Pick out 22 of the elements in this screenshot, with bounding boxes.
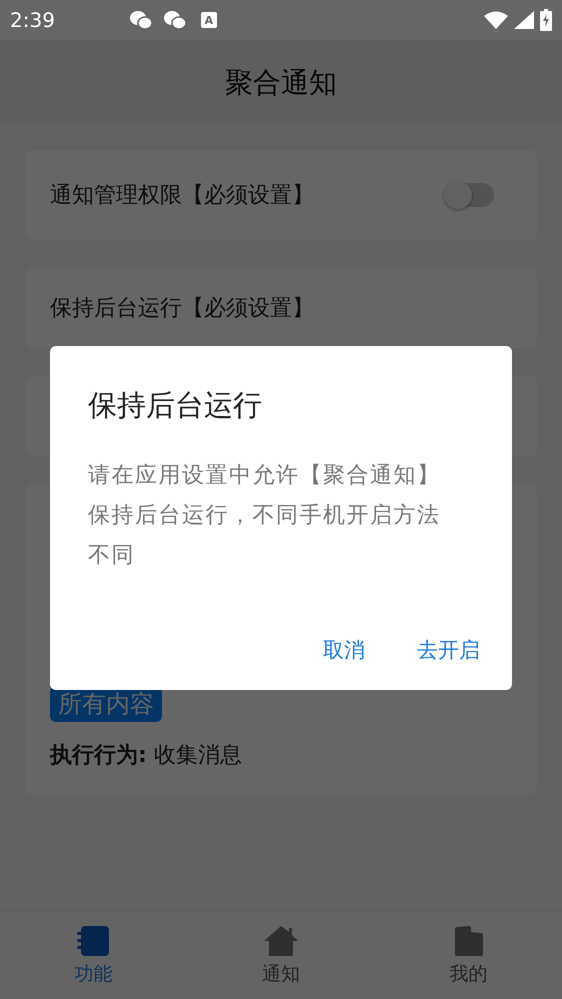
nav-tab[interactable]: 功能 (0, 912, 188, 999)
dialog-button[interactable]: 去开启 (417, 636, 480, 664)
action-text: 执行行为: 收集消息 (50, 742, 242, 770)
chat-bubbles-icon (128, 10, 153, 30)
app-badge-icon: A (200, 12, 217, 28)
chat-bubbles-icon (162, 10, 187, 30)
wifi-icon (484, 11, 508, 29)
setting-label: 保持后台运行【必须设置】 (50, 295, 315, 323)
signal-icon (514, 11, 534, 29)
dialog-message: 请在应用设置中允许【聚合通知】保持后台运行，不同手机开启方法不同 (88, 462, 442, 570)
home-icon (262, 924, 299, 956)
status-time: 2:39 (10, 8, 55, 32)
dialog-button[interactable]: 取消 (323, 636, 365, 664)
page-title: 聚合通知 (225, 64, 337, 100)
dialog-title: 保持后台运行 (88, 387, 263, 424)
battery-icon (540, 9, 552, 31)
notebook-icon (76, 924, 111, 956)
folder-icon (452, 924, 484, 956)
setting-card[interactable]: 保持后台运行【必须设置】 (25, 268, 537, 348)
nav-tab[interactable]: 通知 (187, 912, 375, 999)
nav-tab[interactable]: 我的 (374, 912, 562, 999)
setting-label: 通知管理权限【必须设置】 (50, 182, 315, 210)
